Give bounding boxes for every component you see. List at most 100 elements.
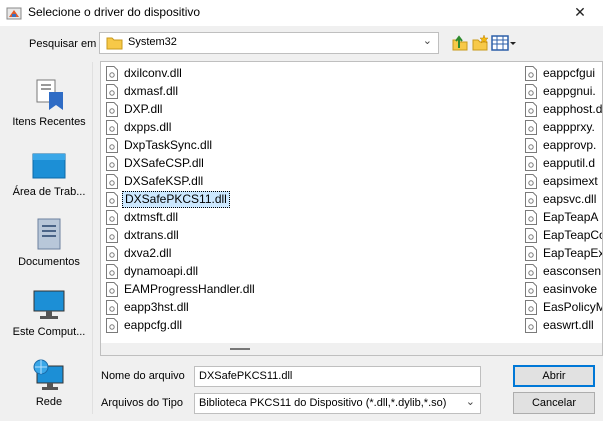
network-icon	[33, 359, 64, 390]
dll-file-icon	[106, 300, 118, 315]
file-item[interactable]: EapTeapA	[525, 209, 602, 227]
file-column: dxilconv.dll dxmasf.dll DXP.dll dxpps.dll Dx…	[106, 65, 296, 335]
view-menu-icon[interactable]	[491, 34, 517, 52]
dll-file-icon	[525, 318, 537, 333]
place-label: Itens Recentes	[12, 116, 86, 128]
place-documents[interactable]: Documentos	[5, 210, 93, 280]
place-label: Este Comput...	[12, 326, 86, 338]
file-name: eapsimext	[543, 174, 598, 188]
file-item[interactable]: eappprxy.	[525, 119, 602, 137]
dll-file-icon	[106, 282, 118, 297]
file-item[interactable]: DxpTaskSync.dll	[106, 137, 296, 155]
file-name: dxilconv.dll	[124, 66, 182, 80]
file-item[interactable]: eappcfg.dll	[106, 317, 296, 335]
file-name: dynamoapi.dll	[124, 264, 199, 278]
file-item[interactable]: eapprovp.	[525, 137, 602, 155]
file-name: eappprxy.	[543, 120, 595, 134]
file-item[interactable]: easconsen	[525, 263, 602, 281]
dll-file-icon	[525, 246, 537, 261]
file-name: EapTeapCo	[543, 228, 603, 242]
java-app-icon	[6, 7, 22, 20]
place-recent-items[interactable]: Itens Recentes	[5, 70, 93, 140]
dll-file-icon	[106, 264, 118, 279]
file-item[interactable]: DXSafeCSP.dll	[106, 155, 296, 173]
file-item[interactable]: EapTeapEx	[525, 245, 603, 263]
documents-icon	[37, 218, 61, 250]
file-item[interactable]: eapsimext	[525, 173, 602, 191]
place-desktop[interactable]: Área de Trab...	[5, 140, 93, 210]
look-in-value: System32	[128, 36, 177, 48]
dll-file-icon	[106, 228, 118, 243]
chevron-down-icon: ⌄	[422, 34, 432, 47]
file-list[interactable]: dxilconv.dll dxmasf.dll DXP.dll dxpps.dll Dx…	[100, 61, 603, 356]
look-in-combobox[interactable]: System32 ⌄	[99, 32, 439, 54]
up-folder-icon[interactable]	[451, 34, 469, 52]
file-item[interactable]: dxva2.dll	[106, 245, 296, 263]
dll-file-icon	[106, 210, 118, 225]
file-item[interactable]: EapTeapCo	[525, 227, 603, 245]
file-column: eappcfgui eappgnui. eapphost.d eappprxy. eap…	[525, 65, 603, 335]
open-button[interactable]: Abrir	[513, 365, 595, 387]
dll-file-icon	[525, 228, 537, 243]
horizontal-scrollbar[interactable]	[101, 343, 602, 355]
file-name: eappcfg.dll	[124, 318, 183, 332]
file-name: eapphost.d	[543, 102, 603, 116]
file-name: eapsvc.dll	[543, 192, 597, 206]
file-item[interactable]: DXP.dll	[106, 101, 296, 119]
scrollbar-thumb[interactable]	[230, 348, 250, 350]
dll-file-icon	[106, 174, 118, 189]
dll-file-icon	[106, 246, 118, 261]
new-folder-icon[interactable]	[471, 34, 489, 52]
place-label: Área de Trab...	[12, 186, 86, 198]
file-item[interactable]: EasPolicyM	[525, 299, 602, 317]
dll-file-icon	[525, 102, 537, 117]
dll-file-icon	[106, 120, 118, 135]
cancel-button[interactable]: Cancelar	[513, 392, 595, 414]
dll-file-icon	[525, 264, 537, 279]
file-item[interactable]: dynamoapi.dll	[106, 263, 296, 281]
file-name: easconsen	[543, 264, 602, 278]
file-name: EAMProgressHandler.dll	[124, 282, 255, 296]
file-name: eappgnui.	[543, 84, 596, 98]
dll-file-icon	[525, 156, 537, 171]
close-button[interactable]: ✕	[557, 0, 603, 26]
dll-file-icon	[106, 84, 118, 99]
chevron-down-icon: ⌄	[465, 396, 475, 408]
filetype-value: Biblioteca PKCS11 do Dispositivo (*.dll,…	[199, 397, 447, 409]
file-item[interactable]: eappgnui.	[525, 83, 602, 101]
file-name: DxpTaskSync.dll	[124, 138, 213, 152]
file-name: easwrt.dll	[543, 318, 594, 332]
file-item[interactable]: eapphost.d	[525, 101, 603, 119]
file-item[interactable]: dxpps.dll	[106, 119, 296, 137]
desktop-icon	[32, 153, 66, 179]
file-item[interactable]: easinvoke	[525, 281, 602, 299]
file-item[interactable]: eapputil.d	[525, 155, 602, 173]
file-item[interactable]: eapsvc.dll	[525, 191, 602, 209]
file-name: dxpps.dll	[124, 120, 172, 134]
dll-file-icon	[525, 174, 537, 189]
file-item[interactable]: dxmasf.dll	[106, 83, 296, 101]
dll-file-icon	[525, 138, 537, 153]
file-item[interactable]: DXSafePKCS11.dll	[106, 191, 296, 209]
file-name: eapp3hst.dll	[124, 300, 189, 314]
title-bar: Selecione o driver do dispositivo ✕	[0, 0, 603, 26]
filetype-select[interactable]: Biblioteca PKCS11 do Dispositivo (*.dll,…	[194, 393, 481, 414]
file-item[interactable]: EAMProgressHandler.dll	[106, 281, 296, 299]
filename-input[interactable]: DXSafePKCS11.dll	[194, 366, 481, 387]
file-name: EapTeapA	[543, 210, 599, 224]
file-item[interactable]: dxilconv.dll	[106, 65, 296, 83]
file-name: EapTeapEx	[543, 246, 603, 260]
file-item[interactable]: dxtmsft.dll	[106, 209, 296, 227]
file-item[interactable]: dxtrans.dll	[106, 227, 296, 245]
file-item[interactable]: eappcfgui	[525, 65, 602, 83]
file-name: dxtmsft.dll	[124, 210, 179, 224]
dll-file-icon	[525, 84, 537, 99]
dll-file-icon	[525, 300, 537, 315]
place-this-computer[interactable]: Este Comput...	[5, 280, 93, 350]
file-item[interactable]: eapp3hst.dll	[106, 299, 296, 317]
place-network[interactable]: Rede	[5, 350, 93, 420]
places-bar: Itens Recentes Área de Trab... Documento…	[5, 62, 93, 414]
file-item[interactable]: easwrt.dll	[525, 317, 602, 335]
file-name: dxmasf.dll	[124, 84, 179, 98]
file-item[interactable]: DXSafeKSP.dll	[106, 173, 296, 191]
